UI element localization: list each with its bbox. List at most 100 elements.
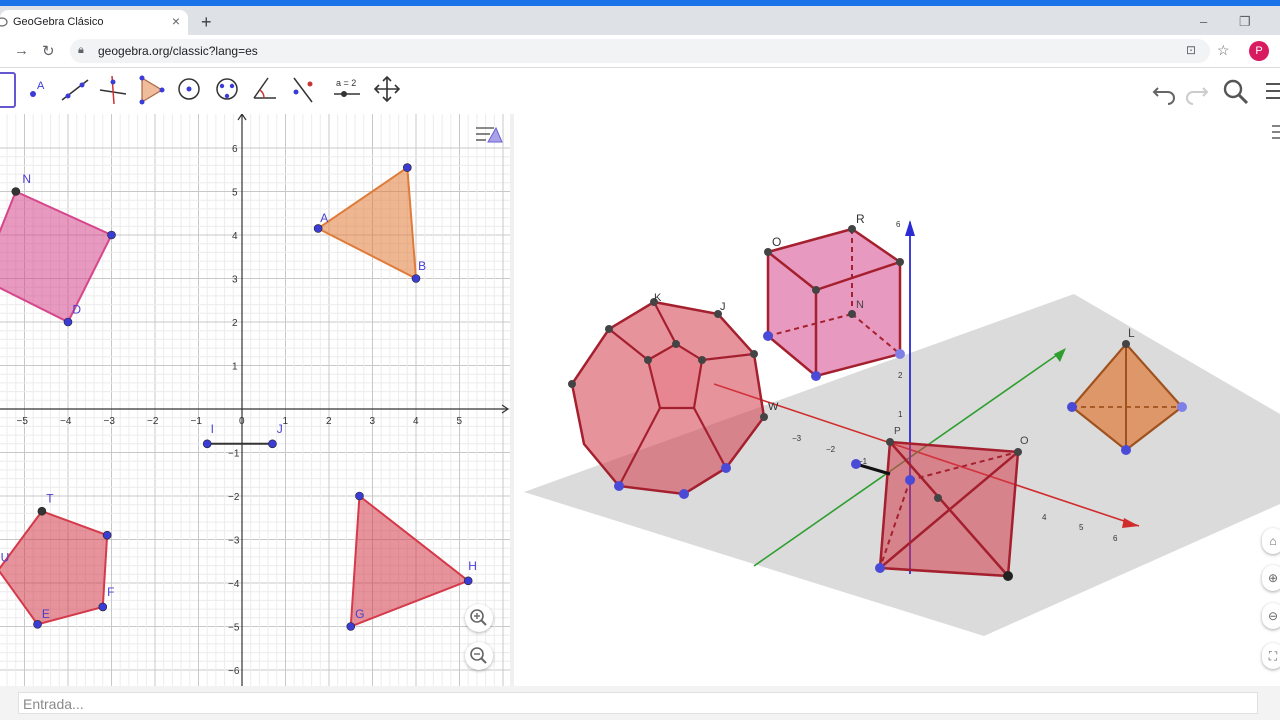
label-b: B [418,259,426,273]
undo-icon[interactable] [1150,78,1178,106]
input-bar: Entrada... [0,686,1280,720]
geogebra-toolbar: A a = 2 [0,68,1280,114]
main-menu-icon[interactable] [1263,78,1280,106]
translate-icon[interactable]: ⊡ [1186,43,1196,57]
omnibox[interactable]: 🔒︎ geogebra.org/classic?lang=es ⊡ [70,39,1210,63]
lock-icon: 🔒︎ [78,44,84,56]
perpendicular-tool-button[interactable] [96,72,130,106]
move-graphics-tool-button[interactable] [370,72,404,106]
vertex[interactable] [355,491,364,501]
vertex[interactable] [107,230,116,240]
profile-avatar[interactable]: P [1249,41,1269,61]
browser-tab[interactable]: GeoGebra Clásico × [0,10,188,35]
point-label-r: R [856,212,865,226]
point-n[interactable] [11,187,21,196]
restore-button[interactable]: ❐ [1239,14,1251,30]
reflect-tool-button[interactable] [286,72,320,106]
label-f: F [107,585,114,599]
x-tick: −3 [792,434,802,443]
fullscreen-icon: ⛶ [1268,649,1278,663]
point-a[interactable] [313,224,323,233]
label-h: H [468,559,477,573]
point-f[interactable] [98,602,108,612]
zoom-in-button-2d[interactable] [465,604,493,632]
x-tick-label: 3 [370,416,376,427]
point-i[interactable] [202,439,212,449]
conic-icon [216,78,238,100]
point-j[interactable] [268,439,277,449]
label-n: N [22,172,31,186]
point-g[interactable] [346,622,356,631]
svg-text:A: A [37,80,45,92]
y-tick-label: −5 [228,623,240,634]
point-h[interactable] [463,576,473,586]
point-b[interactable] [411,274,421,283]
new-tab-button[interactable]: + [201,12,212,33]
point-t[interactable] [37,506,47,516]
angle-tool-button[interactable] [248,72,282,106]
square-polygon[interactable] [0,190,113,324]
polygon-icon [139,75,165,105]
x-tick-label: −1 [191,416,203,427]
point-e[interactable] [33,620,42,629]
line-tool-button[interactable] [58,72,92,106]
zoom-in-icon [470,609,487,626]
home-view-button[interactable]: ⌂ [1262,528,1280,554]
search-icon[interactable] [1222,78,1250,106]
move-tool-button[interactable] [0,72,16,108]
move-arrows-icon [373,75,401,103]
circle-icon [178,78,200,100]
polygon-tool-button[interactable] [134,72,168,106]
conic-tool-button[interactable] [210,72,244,106]
cube[interactable]: O R N [763,212,905,381]
redo-icon[interactable] [1183,78,1211,106]
point-tool-button[interactable]: A [20,72,54,106]
reload-icon[interactable]: ↻ [42,42,55,60]
x-tick-label: 2 [326,416,332,427]
z-tick: 1 [898,410,903,419]
vertex[interactable] [402,163,412,172]
style-bar-toggle-icon[interactable] [474,122,504,148]
point-label-p: P [894,426,901,437]
forward-icon[interactable]: → [14,42,29,59]
url-text[interactable]: geogebra.org/classic?lang=es [98,44,258,58]
y-tick-label: −1 [228,449,240,460]
graphics-2d-canvas[interactable]: −5 −4 −3 −2 −1 0 1 2 3 4 5 6 5 4 3 2 1 −1 −2 −3 −4 −5 −6 N D A B I J… [0,112,510,686]
graphics-view-3d[interactable]: −3 −2 −1 4 5 6 6 2 1 K J W O R N O P L [514,114,1280,686]
zoom-out-icon [470,647,487,664]
x-tick-label: −2 [147,416,159,427]
zoom-in-button-3d[interactable]: ⊕ [1262,565,1280,591]
circle-tool-button[interactable] [172,72,206,106]
y-tick-label: −6 [228,666,240,677]
y-tick-label: 4 [232,231,238,242]
perpendicular-icon [99,75,127,105]
graphics-3d-canvas[interactable]: −3 −2 −1 4 5 6 6 2 1 K J W O R N O P L [514,114,1280,686]
point-label-o1: O [1020,435,1029,447]
input-field[interactable]: Entrada... [18,692,1258,714]
tab-close-icon[interactable]: × [172,13,180,29]
x-tick: 4 [1042,513,1047,522]
label-d: D [72,302,81,316]
zoom-in-icon: ⊕ [1267,571,1279,585]
zoom-out-button-2d[interactable] [465,642,493,670]
line-icon [61,79,89,101]
x-tick-label: 4 [413,416,419,427]
reflect-icon [293,77,313,103]
fullscreen-button[interactable]: ⛶ [1262,643,1280,669]
bookmark-star-icon[interactable]: ☆ [1217,42,1230,59]
point-d[interactable] [63,317,73,327]
x-tick-label: −4 [60,416,72,427]
minimize-button[interactable]: – [1200,14,1207,29]
zoom-out-button-3d[interactable]: ⊖ [1262,603,1280,629]
slider-tool-button[interactable]: a = 2 [330,72,364,106]
triangle-ab[interactable] [316,165,418,281]
point-label-n: N [856,299,864,311]
graphics-view-2d[interactable]: −5 −4 −3 −2 −1 0 1 2 3 4 5 6 5 4 3 2 1 −1 −2 −3 −4 −5 −6 N D A B I J… [0,112,510,686]
style-bar-3d-icon[interactable] [1268,122,1280,142]
zoom-out-icon: ⊖ [1267,609,1279,623]
point-label-k1: K [654,292,662,304]
y-tick-label: 3 [232,275,238,286]
vertex[interactable] [102,530,112,540]
label-t: T [46,492,54,506]
label-e: E [42,607,50,621]
